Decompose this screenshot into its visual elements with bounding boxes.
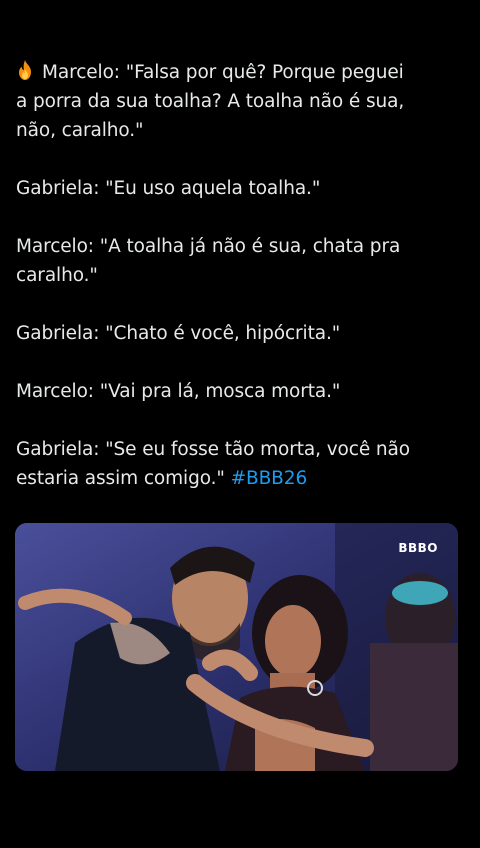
line-text: Marcelo: "Falsa por quê? Porque peguei — [42, 62, 404, 83]
post-line-1: Marcelo: "Falsa por quê? Porque peguei — [16, 58, 466, 87]
post-line-3: não, caralho." — [16, 120, 144, 141]
video-still-image — [15, 523, 458, 771]
post-media[interactable]: BBBO — [15, 523, 458, 771]
fire-icon — [16, 60, 36, 89]
post-line-9: Gabriela: "Se eu fosse tão morta, você n… — [16, 439, 410, 460]
channel-logo: BBBO — [398, 541, 438, 555]
post-line-6: caralho." — [16, 265, 98, 286]
post-line-5: Marcelo: "A toalha já não é sua, chata p… — [16, 236, 401, 257]
post-line-10: estaria assim comigo." #BBB26 — [16, 464, 466, 493]
post-line-4: Gabriela: "Eu uso aquela toalha." — [16, 178, 321, 199]
post-text: Marcelo: "Falsa por quê? Porque peguei a… — [16, 58, 466, 493]
line-text: estaria assim comigo." — [16, 468, 231, 489]
post-line-7: Gabriela: "Chato é você, hipócrita." — [16, 323, 341, 344]
post-line-2: a porra da sua toalha? A toalha não é su… — [16, 91, 405, 112]
hashtag-link[interactable]: #BBB26 — [231, 468, 308, 489]
post-line-8: Marcelo: "Vai pra lá, mosca morta." — [16, 381, 341, 402]
